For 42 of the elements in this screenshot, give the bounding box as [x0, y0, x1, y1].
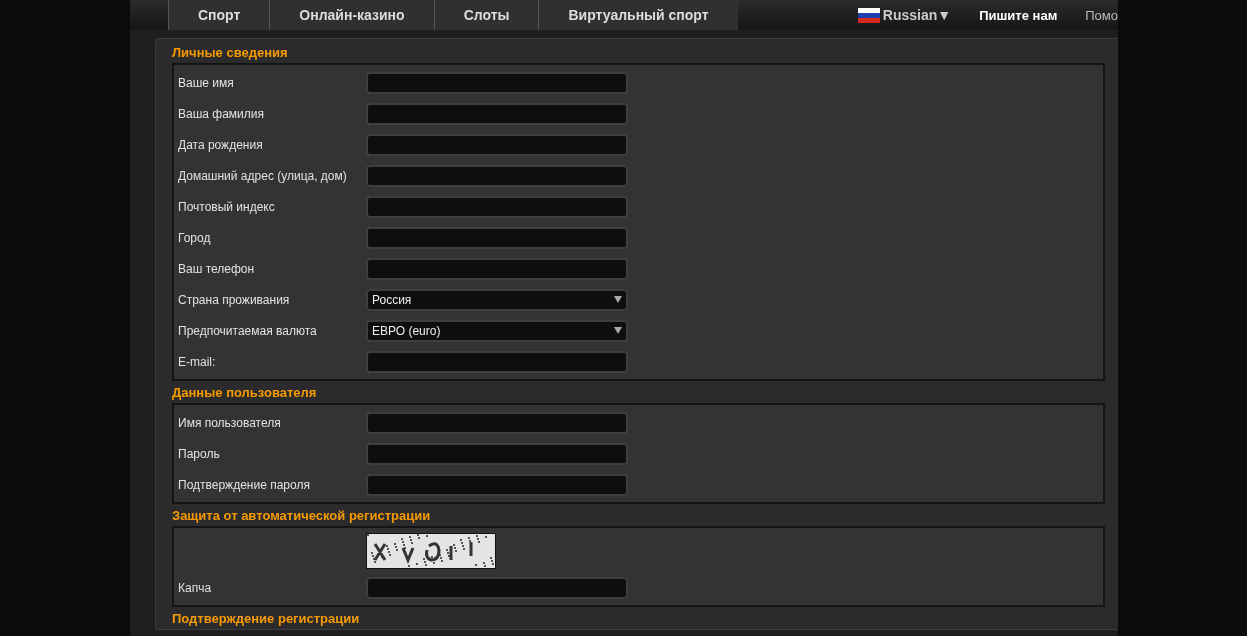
language-selector[interactable]: Russian▼: [882, 7, 952, 23]
input-field[interactable]: [366, 195, 628, 218]
section-heading: Личные сведения: [172, 44, 289, 62]
field-label: Пароль: [178, 446, 221, 461]
section-heading: Данные пользователя: [172, 384, 318, 402]
field-label: Ваше имя: [178, 75, 235, 90]
field-label: Предпочитаемая валюта: [178, 323, 318, 338]
input-field[interactable]: [366, 71, 628, 94]
help-link[interactable]: Помо: [1085, 7, 1118, 23]
field-label: E-mail:: [178, 354, 217, 369]
field-label: Подтверждение пароля: [178, 477, 311, 492]
field-label: Ваша фамилия: [178, 106, 265, 121]
field-label: Ваш телефон: [178, 261, 256, 276]
field-label: Имя пользователя: [178, 415, 282, 430]
input-field[interactable]: [366, 257, 628, 280]
section-heading: Подтверждение регистрации: [172, 610, 361, 628]
dropdown-field[interactable]: EВРО (euro): [366, 319, 628, 342]
dropdown-field[interactable]: Россия: [366, 288, 628, 311]
contact-link[interactable]: Пишите нам: [979, 7, 1058, 23]
nav-tab[interactable]: Слоты: [433, 0, 539, 30]
input-field[interactable]: [366, 473, 628, 496]
field-label: Дата рождения: [178, 137, 264, 152]
field-label: Домашний адрес (улица, дом): [178, 168, 348, 183]
field-label: Капча: [178, 580, 213, 595]
input-field[interactable]: [366, 226, 628, 249]
field-label: Город: [178, 230, 212, 245]
field-label: Почтовый индекс: [178, 199, 276, 214]
input-field[interactable]: [366, 350, 628, 373]
field-label: Страна проживания: [178, 292, 291, 307]
input-field[interactable]: [366, 133, 628, 156]
nav-tab[interactable]: Спорт: [168, 0, 270, 30]
flag-icon: [857, 7, 880, 23]
caret-icon: [614, 327, 622, 334]
caret-icon: [614, 296, 622, 303]
input-field[interactable]: [366, 442, 628, 465]
input-field[interactable]: [366, 102, 628, 125]
nav-tab[interactable]: Виртуальный спорт: [538, 0, 738, 30]
input-field[interactable]: [366, 164, 628, 187]
input-field[interactable]: [366, 411, 628, 434]
nav-tab[interactable]: Онлайн-казино: [269, 0, 434, 30]
section-heading: Защита от автоматической регистрации: [172, 507, 432, 525]
input-field[interactable]: [366, 576, 628, 599]
